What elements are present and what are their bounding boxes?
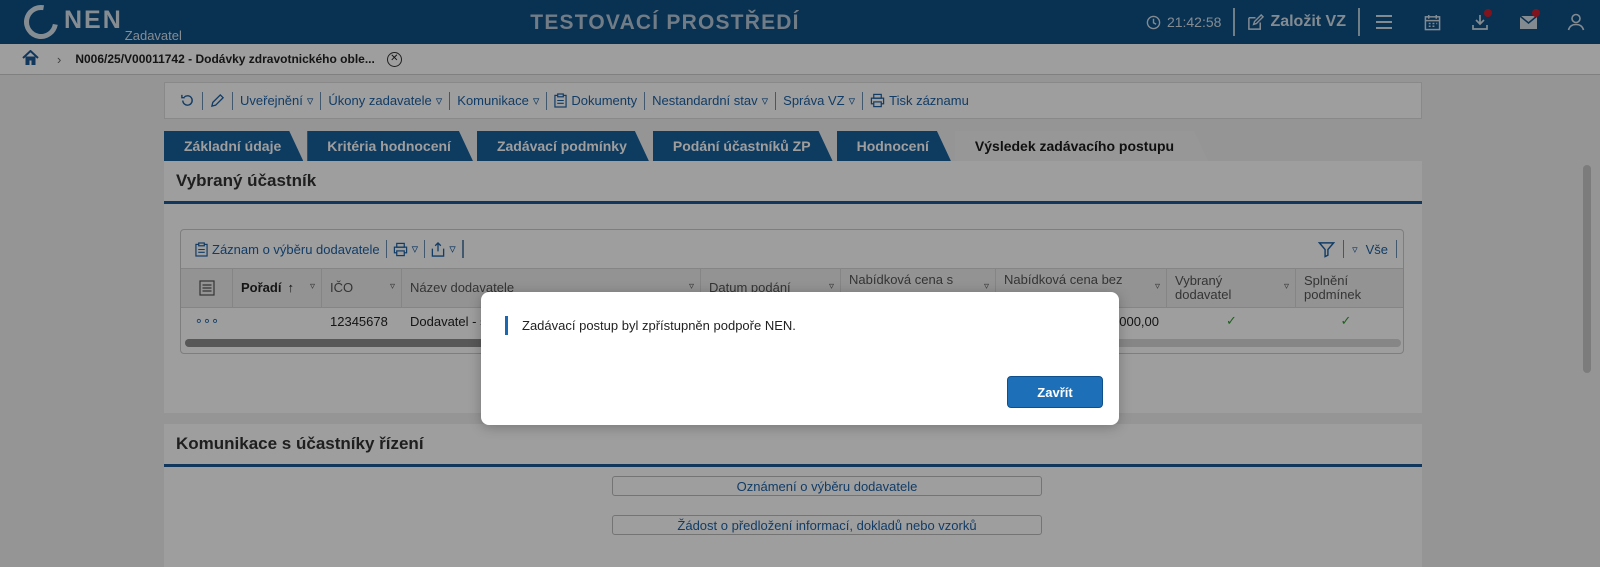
modal-backdrop [0,0,1600,567]
dialog-message: Zadávací postup byl zpřístupněn podpoře … [505,316,796,335]
close-button[interactable]: Zavřít [1007,376,1103,408]
info-dialog: Zadávací postup byl zpřístupněn podpoře … [481,292,1119,425]
